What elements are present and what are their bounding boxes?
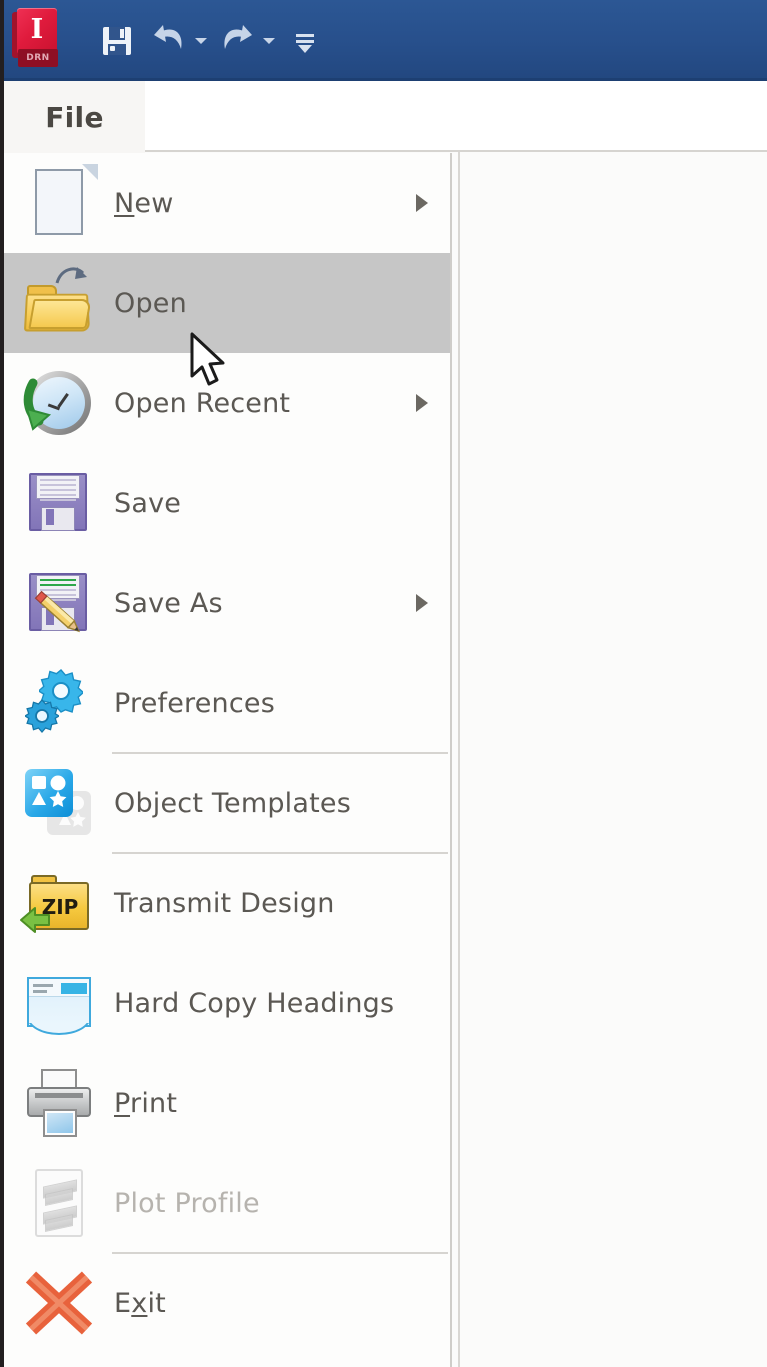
canvas-panel-divider xyxy=(458,152,460,1367)
menu-item-open[interactable]: Open xyxy=(4,253,450,353)
menu-item-save[interactable]: Save xyxy=(4,453,450,553)
menu-item-icon-cell: ZIP xyxy=(4,853,114,953)
ribbon-tab-strip xyxy=(145,81,767,152)
menu-item-icon-cell xyxy=(4,653,114,753)
redo-dropdown-icon[interactable] xyxy=(256,23,280,59)
save-icon[interactable] xyxy=(100,24,134,58)
banner-headings-icon xyxy=(21,965,97,1041)
inventor-drawing-app-icon[interactable]: I DRN xyxy=(12,6,62,68)
exit-red-x-icon xyxy=(21,1265,97,1341)
menu-item-icon-cell xyxy=(4,753,114,853)
undo-icon[interactable] xyxy=(150,23,188,59)
save-floppy-icon xyxy=(21,465,97,541)
menu-item-label: Preferences xyxy=(114,687,275,719)
menu-item-object-templates[interactable]: Object Templates xyxy=(4,752,450,853)
app-icon-sublabel: DRN xyxy=(26,53,50,63)
plot-profile-icon xyxy=(21,1165,97,1241)
menu-item-icon-cell xyxy=(4,453,114,553)
menu-item-open-recent[interactable]: Open Recent xyxy=(4,353,450,453)
menu-item-exit[interactable]: Exit xyxy=(4,1252,450,1353)
printer-icon xyxy=(21,1065,97,1141)
menu-item-icon-cell xyxy=(4,553,114,653)
window-left-edge xyxy=(0,0,4,1367)
menu-separator xyxy=(112,752,448,754)
app-icon-letter: I xyxy=(30,14,44,45)
ribbon-underline xyxy=(145,150,767,152)
menu-item-icon-cell xyxy=(4,1253,114,1353)
menu-item-icon-cell xyxy=(4,1053,114,1153)
menu-item-label: Plot Profile xyxy=(114,1187,260,1219)
menu-item-label: Save As xyxy=(114,587,223,619)
menu-item-save-as[interactable]: Save As xyxy=(4,553,450,653)
tab-file[interactable]: File xyxy=(4,81,145,153)
menu-item-label: Open xyxy=(114,287,187,319)
menu-item-plot-profile: Plot Profile xyxy=(4,1153,450,1253)
menu-item-label: Open Recent xyxy=(114,387,291,419)
undo-dropdown-icon[interactable] xyxy=(188,23,212,59)
menu-item-icon-cell xyxy=(4,953,114,1053)
file-menu-panel: New Open Open Recent Save Save As Prefer… xyxy=(4,153,452,1367)
menu-item-icon-cell xyxy=(4,253,114,353)
submenu-arrow-icon xyxy=(416,394,428,412)
tab-file-label: File xyxy=(45,100,104,134)
object-templates-icon xyxy=(21,765,97,841)
menu-item-label: Transmit Design xyxy=(114,887,335,919)
gears-icon xyxy=(21,665,97,741)
redo-icon[interactable] xyxy=(218,23,256,59)
quick-access-toolbar xyxy=(100,17,322,65)
menu-separator xyxy=(112,852,448,854)
menu-item-transmit-design[interactable]: ZIP Transmit Design xyxy=(4,852,450,953)
menu-item-new[interactable]: New xyxy=(4,153,450,253)
zip-folder-icon: ZIP xyxy=(20,865,97,941)
menu-item-label: Exit xyxy=(114,1287,166,1319)
menu-item-icon-cell xyxy=(4,1153,114,1253)
menu-item-label: Print xyxy=(114,1087,178,1119)
menu-item-label: Save xyxy=(114,487,182,519)
menu-item-print[interactable]: Print xyxy=(4,1053,450,1153)
menu-item-label: Hard Copy Headings xyxy=(114,987,395,1019)
menu-item-label: Object Templates xyxy=(114,787,351,819)
menu-separator xyxy=(112,1252,448,1254)
submenu-arrow-icon xyxy=(416,594,428,612)
open-folder-icon xyxy=(21,265,97,341)
menu-item-hard-copy-headings[interactable]: Hard Copy Headings xyxy=(4,953,450,1053)
menu-item-label: New xyxy=(114,187,174,219)
new-document-icon xyxy=(21,164,98,241)
submenu-arrow-icon xyxy=(416,194,428,212)
recent-clock-icon xyxy=(21,365,97,441)
save-as-floppy-pencil-icon xyxy=(21,565,97,641)
menu-item-preferences[interactable]: Preferences xyxy=(4,653,450,753)
application-window: I DRN File New Open Open Recent Save Sav… xyxy=(0,0,767,1367)
customize-quick-access-icon[interactable] xyxy=(288,23,322,59)
menu-item-icon-cell xyxy=(4,153,114,253)
menu-item-icon-cell xyxy=(4,353,114,453)
